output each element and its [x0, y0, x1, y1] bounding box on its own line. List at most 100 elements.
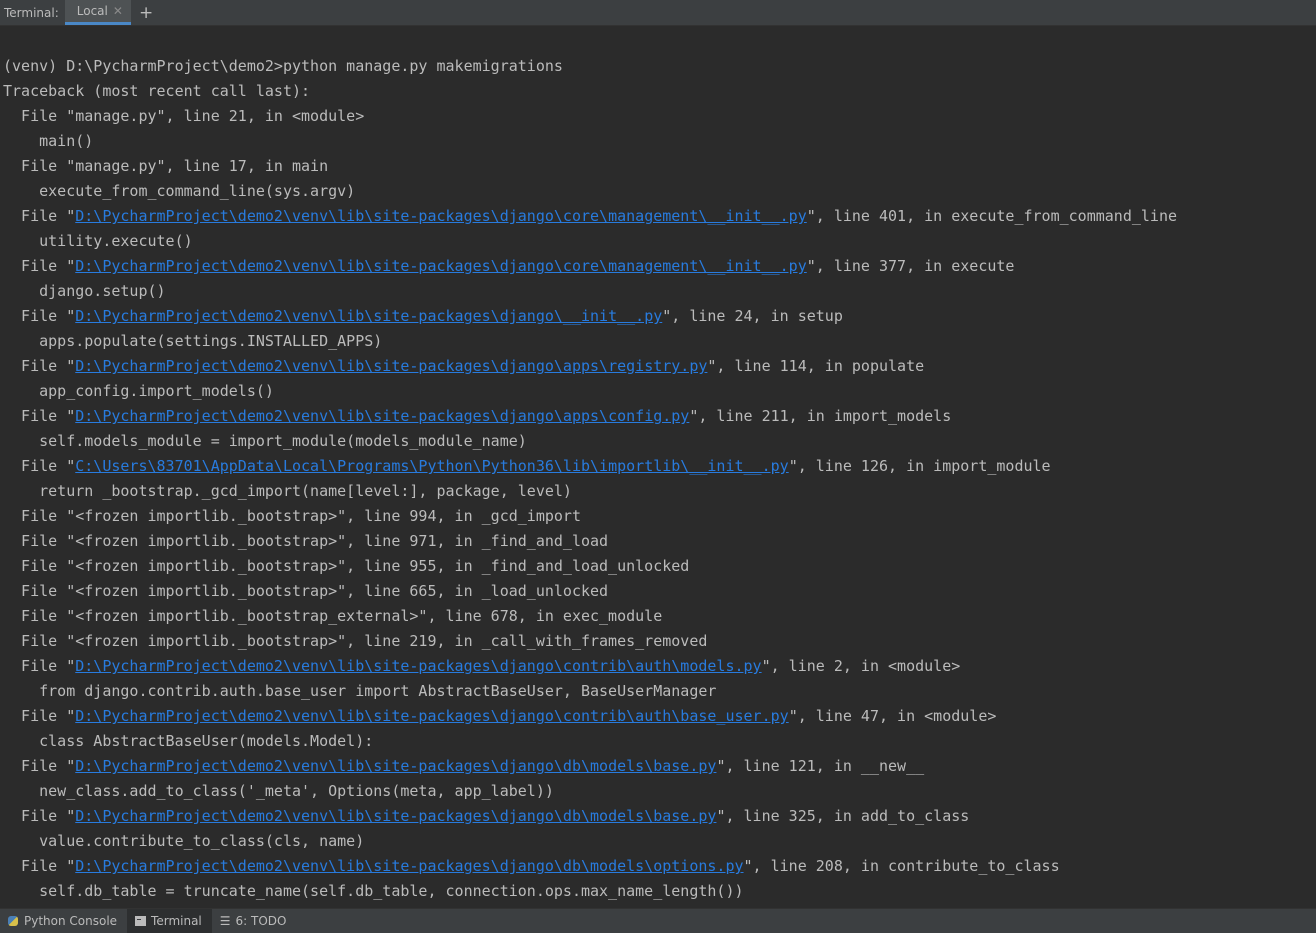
terminal-line: File "D:\PycharmProject\demo2\venv\lib\s… [3, 654, 1177, 679]
file-path-link[interactable]: D:\PycharmProject\demo2\venv\lib\site-pa… [75, 707, 788, 725]
add-tab-button[interactable]: + [131, 0, 161, 25]
terminal-text: self.models_module = import_module(model… [3, 432, 527, 450]
terminal-line: File "D:\PycharmProject\demo2\venv\lib\s… [3, 404, 1177, 429]
terminal-line: File "<frozen importlib._bootstrap>", li… [3, 554, 1177, 579]
terminal-line: File "D:\PycharmProject\demo2\venv\lib\s… [3, 254, 1177, 279]
list-icon: ☰ [219, 914, 231, 928]
python-console-label: Python Console [24, 914, 118, 928]
terminal-line: django.setup() [3, 279, 1177, 304]
file-path-link[interactable]: D:\PycharmProject\demo2\venv\lib\site-pa… [75, 207, 807, 225]
terminal-tab-bar: Terminal: Local ✕ + [0, 0, 1316, 26]
tab-label: Local [76, 3, 108, 18]
terminal-line: execute_from_command_line(sys.argv) [3, 179, 1177, 204]
file-path-link[interactable]: D:\PycharmProject\demo2\venv\lib\site-pa… [75, 357, 707, 375]
terminal-text: apps.populate(settings.INSTALLED_APPS) [3, 332, 383, 350]
terminal-label: Terminal [151, 914, 202, 928]
terminal-text: utility.execute() [3, 232, 193, 250]
terminal-line: value.contribute_to_class(cls, name) [3, 829, 1177, 854]
terminal-line: File "<frozen importlib._bootstrap>", li… [3, 629, 1177, 654]
terminal-line: File "manage.py", line 21, in <module> [3, 104, 1177, 129]
terminal-text: File " [3, 807, 76, 825]
terminal-text: (venv) D:\PycharmProject\demo2>python ma… [3, 57, 563, 75]
terminal-line: self.db_table = truncate_name(self.db_ta… [3, 879, 1177, 904]
tool-window-title: Terminal: [4, 6, 59, 20]
terminal-text: File " [3, 657, 76, 675]
file-path-link[interactable]: D:\PycharmProject\demo2\venv\lib\site-pa… [75, 857, 743, 875]
terminal-line: File "D:\PycharmProject\demo2\venv\lib\s… [3, 354, 1177, 379]
terminal-line: class AbstractBaseUser(models.Model): [3, 729, 1177, 754]
terminal-text: ", line 121, in __new__ [716, 757, 925, 775]
terminal-line: return _bootstrap._gcd_import(name[level… [3, 479, 1177, 504]
terminal-text: ", line 377, in execute [806, 257, 1015, 275]
terminal-line: File "<frozen importlib._bootstrap>", li… [3, 504, 1177, 529]
terminal-line: utility.execute() [3, 229, 1177, 254]
terminal-text: value.contribute_to_class(cls, name) [3, 832, 365, 850]
terminal-text: ", line 211, in import_models [689, 407, 952, 425]
terminal-text: File " [3, 207, 76, 225]
terminal-text: self.db_table = truncate_name(self.db_ta… [3, 882, 744, 900]
terminal-line: self.models_module = import_module(model… [3, 429, 1177, 454]
file-path-link[interactable]: D:\PycharmProject\demo2\venv\lib\site-pa… [75, 757, 716, 775]
python-console-button[interactable]: Python Console [0, 909, 127, 933]
terminal-text: ", line 114, in populate [707, 357, 925, 375]
terminal-text: ", line 24, in setup [662, 307, 843, 325]
terminal-line: File "<frozen importlib._bootstrap>", li… [3, 579, 1177, 604]
terminal-text: ", line 401, in execute_from_command_lin… [806, 207, 1178, 225]
terminal-text: File " [3, 707, 76, 725]
todo-button[interactable]: ☰ 6: TODO [212, 909, 297, 933]
terminal-text: ", line 47, in <module> [788, 707, 997, 725]
terminal-text: main() [3, 132, 94, 150]
terminal-line: File "D:\PycharmProject\demo2\venv\lib\s… [3, 854, 1177, 879]
terminal-text: File "<frozen importlib._bootstrap_exter… [3, 607, 663, 625]
terminal-line: Traceback (most recent call last): [3, 79, 1177, 104]
terminal-text: File " [3, 857, 76, 875]
terminal-text: File " [3, 357, 76, 375]
terminal-text: File "manage.py", line 21, in <module> [3, 107, 365, 125]
terminal-text: django.setup() [3, 282, 166, 300]
terminal-text: from django.contrib.auth.base_user impor… [3, 682, 717, 700]
terminal-line: app_config.import_models() [3, 379, 1177, 404]
terminal-output[interactable]: (venv) D:\PycharmProject\demo2>python ma… [0, 27, 1316, 908]
file-path-link[interactable]: D:\PycharmProject\demo2\venv\lib\site-pa… [75, 807, 716, 825]
close-icon[interactable]: ✕ [113, 0, 123, 23]
file-path-link[interactable]: D:\PycharmProject\demo2\venv\lib\site-pa… [75, 657, 761, 675]
terminal-line: File "D:\PycharmProject\demo2\venv\lib\s… [3, 304, 1177, 329]
terminal-text: ", line 208, in contribute_to_class [743, 857, 1060, 875]
terminal-text: File " [3, 757, 76, 775]
terminal-line: File "<frozen importlib._bootstrap_exter… [3, 604, 1177, 629]
terminal-text: File "<frozen importlib._bootstrap>", li… [3, 632, 708, 650]
tool-window-bar: Python Console Terminal ☰ 6: TODO [0, 908, 1316, 933]
file-path-link[interactable]: D:\PycharmProject\demo2\venv\lib\site-pa… [75, 257, 807, 275]
terminal-line: main() [3, 129, 1177, 154]
file-path-link[interactable]: D:\PycharmProject\demo2\venv\lib\site-pa… [75, 307, 662, 325]
file-path-link[interactable]: C:\Users\83701\AppData\Local\Programs\Py… [75, 457, 788, 475]
terminal-text: class AbstractBaseUser(models.Model): [3, 732, 374, 750]
terminal-line: File "manage.py", line 17, in main [3, 154, 1177, 179]
terminal-line: new_class.add_to_class('_meta', Options(… [3, 779, 1177, 804]
terminal-text: File " [3, 307, 76, 325]
terminal-text: File "manage.py", line 17, in main [3, 157, 329, 175]
todo-label: 6: TODO [235, 914, 287, 928]
terminal-line: (venv) D:\PycharmProject\demo2>python ma… [3, 54, 1177, 79]
terminal-text: ", line 2, in <module> [761, 657, 961, 675]
terminal-text: Traceback (most recent call last): [3, 82, 311, 100]
tab-local[interactable]: Local ✕ [64, 0, 131, 25]
terminal-text: app_config.import_models() [3, 382, 274, 400]
terminal-text: return _bootstrap._gcd_import(name[level… [3, 482, 572, 500]
ide-terminal-window: Terminal: Local ✕ + (venv) D:\PycharmPro… [0, 0, 1316, 933]
terminal-line: File "D:\PycharmProject\demo2\venv\lib\s… [3, 204, 1177, 229]
terminal-text: File " [3, 257, 76, 275]
terminal-line: File "D:\PycharmProject\demo2\venv\lib\s… [3, 704, 1177, 729]
terminal-text: File "<frozen importlib._bootstrap>", li… [3, 582, 609, 600]
terminal-text: ", line 126, in import_module [788, 457, 1051, 475]
terminal-text: File "<frozen importlib._bootstrap>", li… [3, 507, 581, 525]
terminal-icon [135, 916, 147, 926]
terminal-button[interactable]: Terminal [127, 909, 212, 933]
terminal-text: File " [3, 457, 76, 475]
plus-icon: + [138, 2, 154, 23]
file-path-link[interactable]: D:\PycharmProject\demo2\venv\lib\site-pa… [75, 407, 689, 425]
terminal-line: from django.contrib.auth.base_user impor… [3, 679, 1177, 704]
terminal-text: ", line 325, in add_to_class [716, 807, 970, 825]
terminal-text: File " [3, 407, 76, 425]
terminal-line: File "C:\Users\83701\AppData\Local\Progr… [3, 454, 1177, 479]
